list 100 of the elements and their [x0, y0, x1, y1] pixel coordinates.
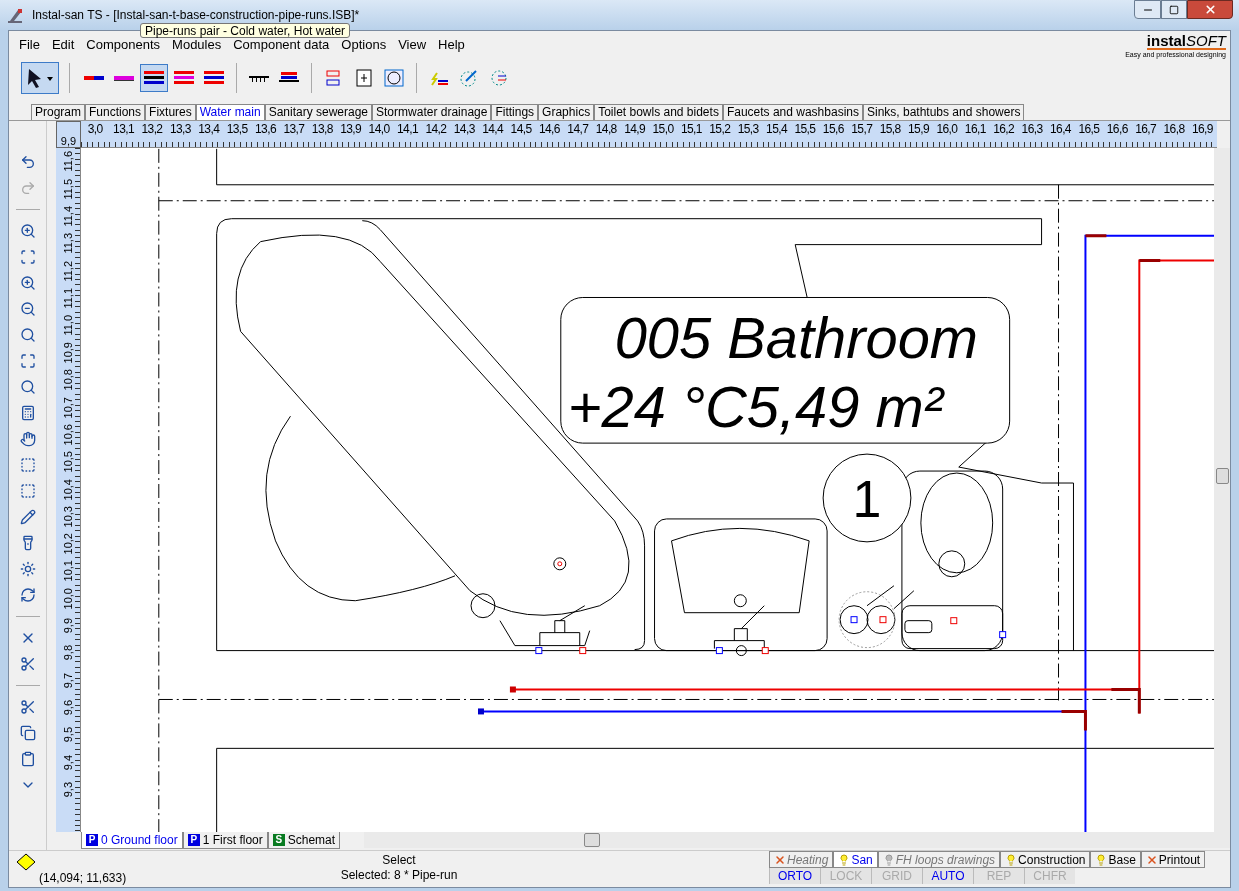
- ruler-label: 9,8: [60, 645, 75, 661]
- ruler-label: 9,7: [60, 672, 75, 688]
- room-name: 005 Bathroom: [614, 306, 978, 371]
- floor-tab-label: Schemat: [287, 832, 336, 849]
- ruler-label: 10,1: [60, 560, 75, 582]
- ruler-label: 15,3: [737, 121, 759, 137]
- layer-tab[interactable]: Printout: [1140, 851, 1206, 868]
- ruler-label: 11,4: [60, 205, 75, 227]
- ruler-label: 13,8: [311, 121, 333, 137]
- ruler-label: 9,6: [60, 699, 75, 716]
- ruler-label: 13,7: [283, 121, 305, 137]
- ruler-label: 10,5: [60, 451, 75, 473]
- ruler-label: 10,2: [60, 533, 75, 555]
- ruler-label: 10,6: [60, 423, 75, 446]
- ruler-label: 10,7: [60, 396, 75, 419]
- tab[interactable]: Faucets and washbasins: [722, 104, 863, 120]
- vertical-scrollbar[interactable]: [1214, 148, 1230, 832]
- ruler-label: 11,2: [60, 260, 75, 282]
- ruler-label: 9,4: [60, 754, 75, 770]
- tab[interactable]: Fittings: [491, 104, 539, 120]
- floor-tab-label: 0 Ground floor: [101, 832, 178, 849]
- ruler-label: 9,3: [60, 781, 75, 798]
- current-command: Select: [382, 853, 416, 868]
- ruler-label: 15,0: [652, 121, 674, 137]
- ruler-label: 10,8: [60, 369, 75, 391]
- ruler-label: 11,1: [60, 287, 75, 309]
- layer-tab[interactable]: San: [833, 851, 878, 868]
- layer-tab[interactable]: Construction: [1000, 851, 1091, 868]
- ruler-label: 10,9: [60, 342, 75, 364]
- ruler-label: 16,9: [1191, 121, 1213, 137]
- layer-tab[interactable]: Base: [1090, 851, 1141, 868]
- ruler-label: 10,0: [60, 587, 75, 610]
- floor-tab[interactable]: P 1 First floor: [182, 832, 268, 849]
- ruler-corner[interactable]: 9,9: [56, 121, 81, 148]
- minimize-button[interactable]: [1134, 0, 1161, 19]
- ruler-label: 16,2: [993, 121, 1015, 137]
- ruler-label: 14,7: [567, 121, 589, 137]
- ruler-label: 16,7: [1135, 121, 1157, 137]
- ruler-label: 16,4: [1050, 121, 1071, 137]
- maximize-button[interactable]: [1161, 0, 1187, 19]
- ruler-label: 11,0: [60, 315, 75, 336]
- menu-item[interactable]: File: [13, 37, 46, 52]
- cursor-coordinates: (14,094; 11,633): [38, 871, 128, 885]
- tab[interactable]: Fixtures: [145, 104, 196, 120]
- layer-tab[interactable]: FH loops drawings: [877, 851, 1001, 868]
- ruler-label: 3,0: [87, 121, 103, 137]
- ruler-label: 15,7: [851, 121, 873, 137]
- bulb-icon: [1005, 853, 1018, 866]
- ruler-label: 9,9: [60, 618, 75, 634]
- ruler-label: 11,6: [60, 151, 75, 172]
- ruler-label: 16,8: [1163, 121, 1185, 137]
- tab[interactable]: Sinks, bathtubs and showers: [862, 104, 1025, 120]
- tab[interactable]: Sanitary sewerage: [264, 104, 373, 120]
- floor-type-badge: P: [86, 834, 98, 846]
- window-title: Instal-san TS - [Instal-san-t-base-construction-pipe-runs.ISB]*: [32, 7, 360, 24]
- ruler-label: 13,3: [169, 121, 191, 137]
- floor-tab[interactable]: P 0 Ground floor: [81, 832, 183, 849]
- layer-tab[interactable]: Heating: [769, 851, 834, 868]
- ruler-label: 15,9: [908, 121, 929, 137]
- horizontal-scrollbar[interactable]: [364, 832, 1230, 848]
- ruler-label: 16,5: [1078, 121, 1100, 137]
- ruler-label: 14,1: [397, 121, 418, 137]
- mode-toggle[interactable]: AUTO: [922, 868, 973, 884]
- tab[interactable]: Functions: [85, 104, 146, 120]
- mode-toggle[interactable]: ORTO: [769, 868, 820, 884]
- ruler-label: 13,9: [340, 121, 362, 137]
- close-icon: [1203, 3, 1217, 16]
- ruler-label: 11,5: [60, 178, 75, 200]
- tooltip: Pipe-runs pair - Cold water, Hot water: [140, 23, 351, 38]
- tab[interactable]: Water main: [195, 104, 265, 120]
- ruler-label: 15,6: [822, 121, 844, 137]
- fixture-number: 1: [852, 469, 882, 528]
- maximize-icon: [1169, 4, 1179, 15]
- ruler-label: 15,2: [709, 121, 731, 137]
- menu-item[interactable]: View: [392, 37, 433, 52]
- menu-item[interactable]: Modules: [166, 37, 228, 52]
- menu-item[interactable]: Components: [80, 37, 167, 52]
- tab[interactable]: Program: [31, 104, 85, 120]
- menu-item[interactable]: Component data: [227, 37, 336, 52]
- ruler-label: 13,1: [113, 121, 135, 137]
- ruler-label: 16,0: [936, 121, 958, 137]
- tab[interactable]: Toilet bowls and bidets: [594, 104, 723, 120]
- menu-item[interactable]: Options: [335, 37, 393, 52]
- floor-tab[interactable]: S Schemat: [267, 832, 341, 849]
- ruler-label: 14,5: [510, 121, 532, 137]
- select-pointer-button[interactable]: [21, 62, 59, 94]
- floor-tab-label: 1 First floor: [202, 832, 263, 849]
- ruler-label: 16,6: [1106, 121, 1128, 137]
- ruler-label: 16,3: [1021, 121, 1043, 137]
- logo-text: instalSOFT: [1146, 33, 1226, 50]
- pipe-tool-icon[interactable]: [140, 64, 168, 92]
- menu-item[interactable]: Help: [432, 37, 471, 52]
- ruler-label: 13,6: [255, 121, 276, 137]
- tab[interactable]: Graphics: [538, 104, 595, 120]
- ruler-label: 14,3: [453, 121, 475, 137]
- menu-item[interactable]: Edit: [45, 37, 81, 52]
- ruler-label: 14,9: [624, 121, 646, 137]
- tab[interactable]: Stormwater drainage: [372, 104, 492, 120]
- bulb-icon: [1095, 853, 1108, 866]
- close-button[interactable]: [1187, 0, 1233, 19]
